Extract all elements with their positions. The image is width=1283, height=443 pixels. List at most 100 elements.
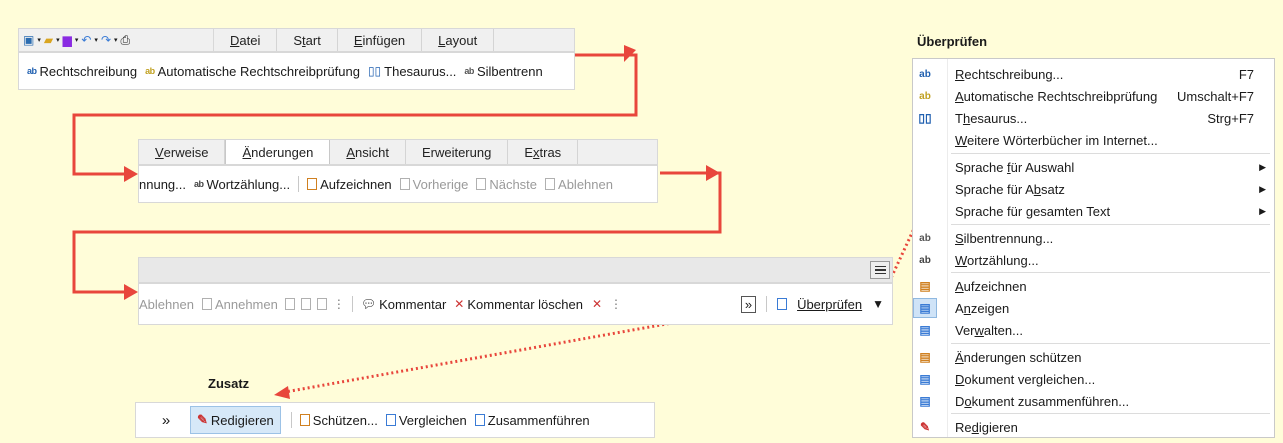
tab-bar-2: Verweise Änderungen Ansicht Erweiterung Ex tr… [138,139,658,165]
label-part: satz [1041,181,1065,197]
separator [351,296,353,312]
compare-button[interactable]: Vergleichen [382,413,471,428]
spellcheck-button[interactable]: ab Rechtschreibung [23,64,141,79]
label-part: Sprache für [955,203,1026,219]
next-change-icon [476,178,487,190]
menu-item-dokument-vergleichen[interactable]: ▤ Dokument vergleichen... [913,368,1274,390]
menu-item-weitere-wörterbücher-im-internet[interactable]: Weitere Wörterbücher im Internet... [913,129,1274,151]
menu-item-automatische-rechtschreibprüfung[interactable]: ab Automatische Rechtschreibprüfung Umscha… [913,85,1274,107]
label-part: S [293,32,303,48]
menu-item-label: Sprache für Auswahl [955,160,1074,175]
label-accelerator: E [353,32,363,48]
more-options-icon[interactable]: ⋮ [330,298,348,310]
label-part: Sprache [955,159,1008,175]
menu-item-änderungen-schützen[interactable]: ▤ Änderungen schützen [913,346,1274,368]
tab-verweise[interactable]: Verweise [139,140,226,164]
menu-item-redigieren[interactable]: ✎ Redigieren [913,416,1274,438]
label-accelerator: d [971,419,979,435]
review-menu-button[interactable]: Überprüfen [793,297,866,312]
menu-item-dokument-zusammenführen[interactable]: ▤ Dokument zusammenführen... [913,390,1274,412]
record-changes-button[interactable]: Aufzeichnen [303,177,396,192]
open-folder-icon[interactable]: ▰ [44,34,53,46]
more-options-icon[interactable]: ⋮ [607,298,625,310]
reject-button[interactable]: Ablehnen [541,177,617,192]
tab-bar-1: Datei St art Einfügen Layout [213,28,575,52]
dropdown-arrow-icon[interactable]: ▼ [866,298,892,310]
label-part: D [955,393,965,409]
merge-button[interactable]: Zusammenführen [471,413,594,428]
more-button[interactable]: » [142,412,190,429]
save-icon[interactable]: ▆ [63,34,72,46]
menu-item-label: Weitere Wörterbücher im Internet... [955,133,1158,148]
menu-item-label: Rechtschreibung... [955,67,1063,82]
menu-item-label: Dokument vergleichen... [955,372,1095,387]
tab-erweiterung[interactable]: Erweiterung [406,140,509,164]
comment-button[interactable]: 💬︎ Kommentar [357,297,450,312]
label-part: Ver [955,322,975,338]
menu-item-aufzeichnen[interactable]: ▤ Aufzeichnen [913,275,1274,297]
toolbar3: Ablehnen Annehmen ⋮ 💬︎ Kommentar ✕ Komment… [138,283,893,325]
previous-change-button[interactable]: Vorherige [396,177,473,192]
menu-item-anzeigen[interactable]: ▤ Anzeigen [913,297,1274,319]
tab-einfügen[interactable]: Einfügen [338,29,423,51]
menu-item-label: Sprache für gesamten Text [955,204,1110,219]
label-part: E [524,144,533,160]
tab-extras[interactable]: Ex tras [508,140,579,164]
hyphenation-button[interactable]: nnung... [139,177,190,192]
redo-icon[interactable]: ↷ [101,34,111,46]
protect-button[interactable]: Schützen... [296,413,382,428]
accept-button[interactable]: Annehmen [198,297,282,312]
tab-änderungen[interactable]: Änderungen [225,140,331,164]
toolbar1-header: ▣ ▾ ▰ ▾ ▆ ▾ ↶ ▾ ↷ ▾ ⎙ Datei St art Einfügen Layou… [18,28,575,52]
thesaurus-book-icon: ▯▯ [367,64,382,78]
auto-spellcheck-button[interactable]: ab Automatische Rechtschreibprüfung [141,64,364,79]
reject-all-icon[interactable] [300,298,311,310]
menu-item-thesaurus[interactable]: ▯▯ Thesaurus... Strg+F7 [913,107,1274,129]
spellcheck-icon: ab [919,68,931,80]
menu-item-label: Sprache für Absatz [955,182,1065,197]
toolbar2: nnung... ab Wortzählung... Aufzeichnen Vo… [138,165,658,203]
label-part: ortzählung... [967,252,1039,268]
menu-item-sprache-für-absatz[interactable]: Sprache für Absatz ▶ [913,178,1274,200]
review-menu-title: Überprüfen [917,34,988,49]
label-part: echtschreibung... [964,66,1064,82]
reject-button[interactable]: Ablehnen [139,297,198,312]
word-count-button[interactable]: ab Wortzählung... [190,177,294,192]
tab-datei[interactable]: Datei [214,29,278,51]
comment-x-icon[interactable]: ✕ [587,298,607,310]
label-part: Sprache für A [955,181,1034,197]
overflow-button[interactable]: » [740,295,757,313]
print-icon[interactable]: ⎙ [121,34,131,46]
menu-item-wortzählung[interactable]: ab Wortzählung... [913,249,1274,271]
label-accelerator: R [955,66,965,82]
redact-button[interactable]: ✎ Redigieren [190,406,281,434]
reject-icon [545,178,556,190]
menu-item-rechtschreibung[interactable]: ab Rechtschreibung... F7 [913,63,1274,85]
label-part: Erweiterung [421,144,492,160]
label-accelerator: D [230,32,240,48]
menu-item-verwalten[interactable]: ▤ Verwalten... [913,319,1274,341]
next-change-button[interactable]: Nächste [472,177,541,192]
tab-start[interactable]: St art [277,29,338,51]
tab-layout[interactable]: Layout [422,29,495,51]
menu-item-silbentrennung[interactable]: ab Silbentrennung... [913,227,1274,249]
hyphenation-button[interactable]: ab Silbentrenn [460,64,546,79]
tab-ansicht[interactable]: Ansicht [330,140,406,164]
label-part: ufzeichnen [963,278,1027,294]
label-part: ür Auswahl [1010,159,1075,175]
new-document-icon[interactable]: ▣ [23,34,34,46]
merge-document-icon [474,414,485,426]
menu-item-sprache-für-auswahl[interactable]: Sprache für Auswahl ▶ [913,156,1274,178]
menu-item-sprache-für-gesamten-text[interactable]: Sprache für gesamten Text ▶ [913,200,1274,222]
auto-spellcheck-icon: ab [919,90,931,102]
undo-icon[interactable]: ↶ [81,34,91,46]
accept-all-icon[interactable] [284,298,295,310]
hamburger-menu-icon[interactable] [870,261,890,279]
menu-item-label: Aufzeichnen [955,279,1027,294]
changes-icon[interactable] [316,298,327,310]
menu-item-shortcut: F7 [1238,66,1254,82]
label-accelerator: n [963,300,971,316]
delete-comment-button[interactable]: ✕ Kommentar löschen [450,297,587,312]
thesaurus-button[interactable]: ▯▯ Thesaurus... [364,64,460,79]
label-part: T [955,110,963,126]
